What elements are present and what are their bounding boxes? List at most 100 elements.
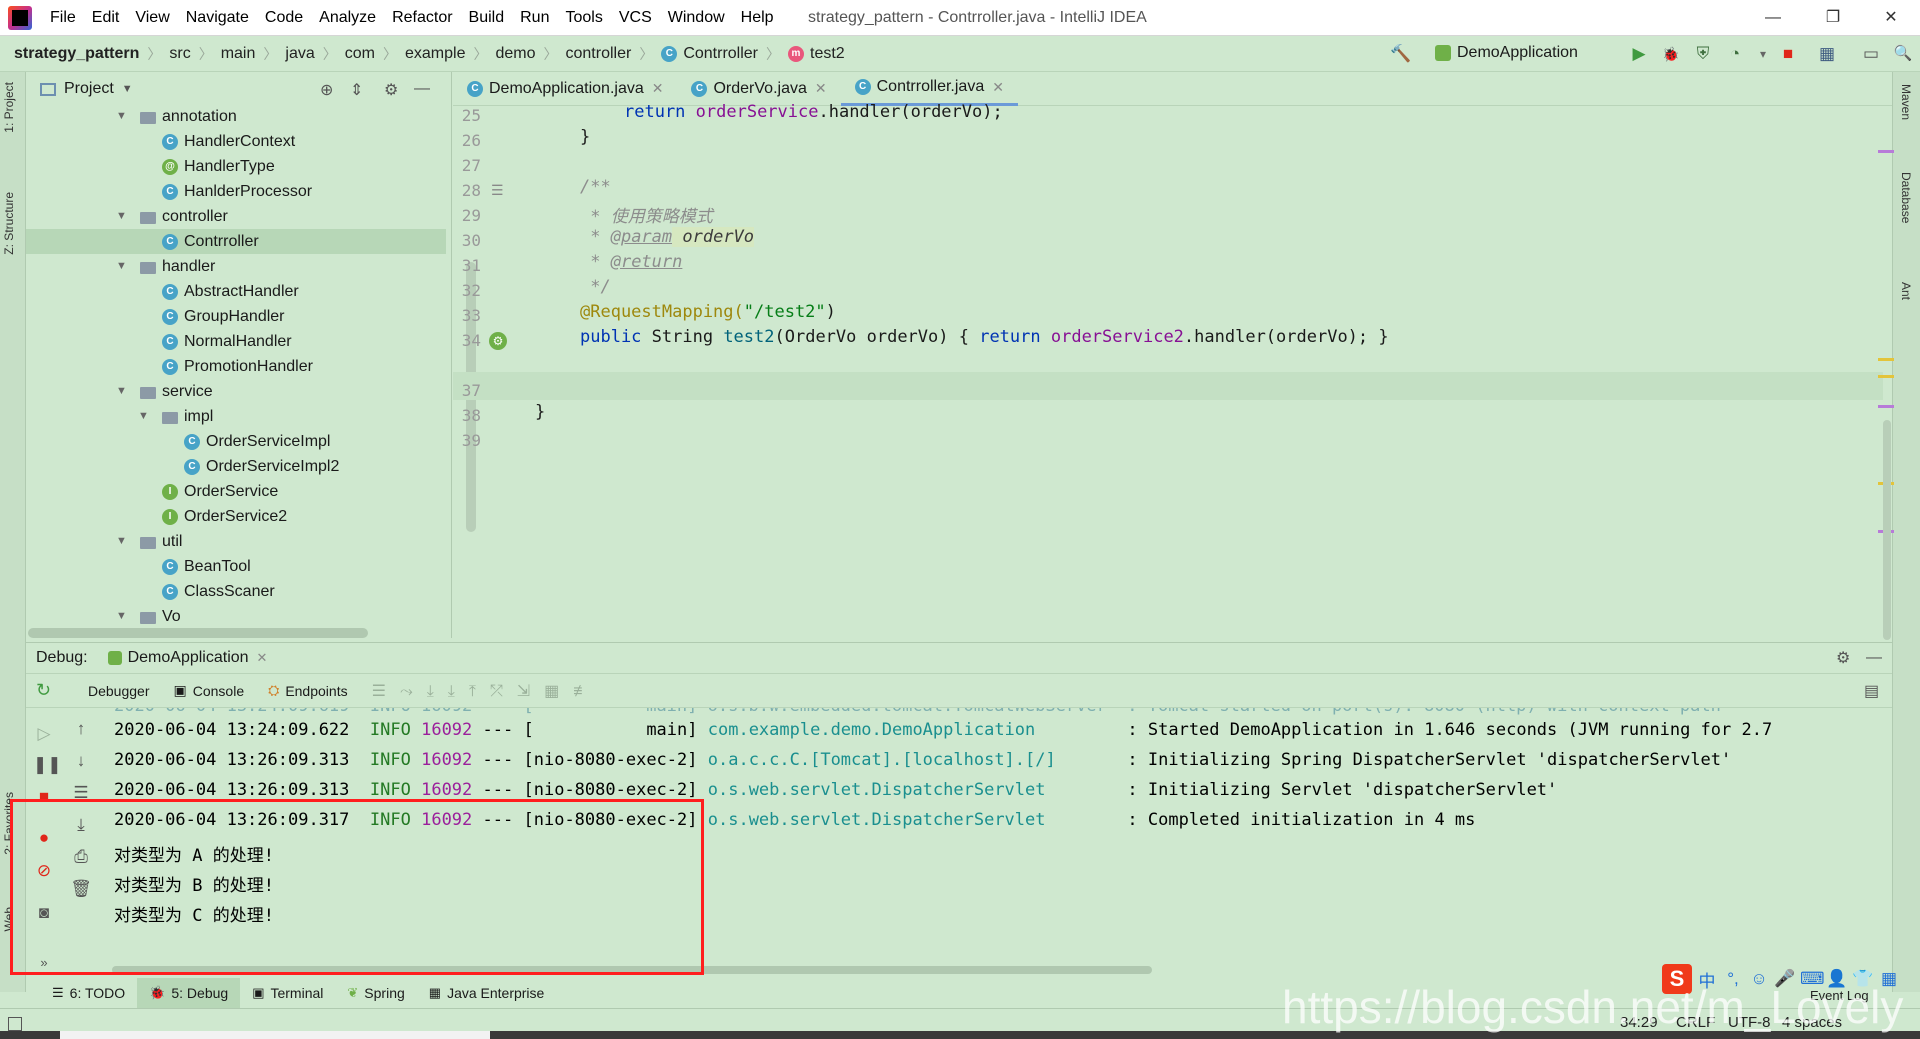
tab-console[interactable]: ▣ Console — [162, 674, 257, 708]
expand-toggle-icon[interactable]: ▼ — [138, 404, 152, 429]
menu-code[interactable]: Code — [257, 0, 311, 36]
tree-item[interactable]: I OrderService2 — [138, 504, 287, 529]
tree-item[interactable]: C HanlderProcessor — [138, 179, 312, 204]
project-tool-tab[interactable]: 1: Project — [2, 82, 16, 133]
minimize-button[interactable]: — — [1746, 0, 1800, 36]
ant-tool-tab[interactable]: Ant — [1899, 282, 1913, 300]
tree-item[interactable]: C GroupHandler — [138, 304, 285, 329]
close-icon[interactable]: ✕ — [257, 650, 268, 666]
restore-button[interactable]: ❐ — [1806, 0, 1860, 36]
tab-debugger[interactable]: Debugger — [76, 674, 162, 708]
status-toggle-icon[interactable] — [8, 1017, 22, 1031]
menu-build[interactable]: Build — [461, 0, 513, 36]
close-icon[interactable]: ✕ — [815, 80, 827, 97]
expand-toggle-icon[interactable]: ▼ — [116, 104, 130, 129]
tree-item[interactable]: C PromotionHandler — [138, 354, 313, 379]
tree-item[interactable]: C BeanTool — [138, 554, 251, 579]
menu-vcs[interactable]: VCS — [611, 0, 660, 36]
rerun-icon[interactable]: ↻ — [36, 680, 60, 701]
tree-folder[interactable]: ▼ Vo — [116, 604, 181, 629]
close-icon[interactable]: ✕ — [652, 80, 664, 97]
project-structure-icon[interactable]: ▦ — [1816, 44, 1838, 64]
structure-tool-tab[interactable]: Z: Structure — [2, 192, 16, 255]
breadcrumb-src[interactable]: src — [169, 45, 190, 63]
breadcrumb-main[interactable]: main — [221, 45, 256, 63]
debug-session-tab[interactable]: DemoApplication ✕ — [107, 649, 268, 667]
run-icon[interactable]: ▶ — [1628, 44, 1650, 64]
resume-icon[interactable]: ▷ — [33, 723, 55, 745]
expand-toggle-icon[interactable]: ▼ — [116, 379, 130, 404]
tab-todo[interactable]: ☰ 6: TODO — [40, 978, 137, 1008]
tree-folder[interactable]: ▼ annotation — [116, 104, 237, 129]
expand-toggle-icon[interactable]: ▼ — [116, 254, 130, 279]
menu-tools[interactable]: Tools — [557, 0, 610, 36]
arrow-up-icon[interactable]: ↑ — [70, 718, 92, 740]
tree-folder[interactable]: ▼ handler — [116, 254, 215, 279]
menu-window[interactable]: Window — [660, 0, 733, 36]
tree-item[interactable]: @ HandlerType — [138, 154, 275, 179]
chevron-down-icon[interactable]: ▾ — [1752, 44, 1774, 64]
menu-file[interactable]: File — [42, 0, 84, 36]
menu-edit[interactable]: Edit — [84, 0, 128, 36]
hide-icon[interactable]: — — [414, 80, 430, 98]
tree-item[interactable]: C NormalHandler — [138, 329, 292, 354]
expand-toggle-icon[interactable]: ▼ — [116, 604, 130, 629]
breadcrumb-com[interactable]: com — [345, 45, 375, 63]
menu-view[interactable]: View — [127, 0, 177, 36]
pause-icon[interactable]: ❚❚ — [33, 754, 62, 776]
gear-icon[interactable]: ⚙ — [384, 80, 398, 100]
tree-item[interactable]: C AbstractHandler — [138, 279, 299, 304]
breadcrumb-method[interactable]: m test2 — [788, 45, 845, 63]
error-stripe-marker[interactable] — [1878, 375, 1894, 378]
gear-icon[interactable]: ⚙ — [1836, 648, 1850, 668]
tree-item[interactable]: I OrderService — [138, 479, 278, 504]
run-configuration-selector[interactable]: DemoApplication — [1435, 44, 1578, 62]
tab-demoapplication[interactable]: C DemoApplication.java ✕ — [453, 72, 677, 106]
tree-item[interactable]: C HandlerContext — [138, 129, 295, 154]
profile-icon[interactable]: ◔ — [1724, 44, 1746, 64]
breadcrumb-example[interactable]: example — [405, 45, 465, 63]
tree-folder[interactable]: ▼ util — [116, 529, 182, 554]
tree-item[interactable]: C Contrroller — [26, 229, 446, 254]
coverage-icon[interactable]: ⛨ — [1692, 44, 1714, 64]
expand-toggle-icon[interactable]: ▼ — [116, 529, 130, 554]
endpoint-gutter-icon[interactable]: ⚙ — [489, 332, 507, 350]
arrow-down-icon[interactable]: ↓ — [70, 750, 92, 772]
error-stripe-marker[interactable] — [1878, 358, 1894, 361]
database-tool-tab[interactable]: Database — [1899, 172, 1913, 223]
hide-icon[interactable]: — — [1866, 649, 1882, 667]
expand-toggle-icon[interactable]: ▼ — [116, 204, 130, 229]
close-window-button[interactable]: ✕ — [1864, 0, 1918, 36]
error-stripe-marker[interactable] — [1878, 405, 1894, 408]
error-stripe-marker[interactable] — [1878, 150, 1894, 153]
chevron-down-icon[interactable]: ▼ — [122, 83, 133, 95]
breadcrumb-demo[interactable]: demo — [495, 45, 535, 63]
search-icon[interactable]: 🔍 — [1892, 44, 1914, 64]
debug-icon[interactable]: 🐞 — [1660, 44, 1682, 64]
breadcrumb-project[interactable]: strategy_pattern — [14, 45, 139, 63]
project-view-label[interactable]: Project — [64, 80, 114, 98]
tab-endpoints[interactable]: ⛭ Endpoints — [256, 674, 359, 708]
tree-folder[interactable]: ▼ service — [116, 379, 213, 404]
close-icon[interactable]: ✕ — [992, 79, 1004, 96]
breadcrumb-java[interactable]: java — [285, 45, 314, 63]
stop-icon[interactable]: ■ — [1777, 44, 1799, 64]
tree-item[interactable]: C ClassScaner — [138, 579, 275, 604]
menu-help[interactable]: Help — [733, 0, 782, 36]
editor-vertical-scrollbar[interactable] — [1883, 420, 1891, 640]
menu-navigate[interactable]: Navigate — [178, 0, 257, 36]
maven-tool-tab[interactable]: Maven — [1899, 84, 1913, 120]
tree-item[interactable]: C OrderServiceImpl — [160, 429, 330, 454]
tab-spring[interactable]: ❦ Spring — [335, 978, 416, 1008]
locate-icon[interactable]: ⊕ — [320, 80, 333, 100]
breadcrumb-class[interactable]: C Contrroller — [661, 45, 758, 63]
tree-folder[interactable]: ▼ controller — [116, 204, 228, 229]
tab-terminal[interactable]: ▣ Terminal — [240, 978, 335, 1008]
menu-refactor[interactable]: Refactor — [384, 0, 460, 36]
terminal-window-icon[interactable]: ▭ — [1860, 44, 1882, 64]
tab-contrroller[interactable]: C Contrroller.java ✕ — [840, 72, 1018, 106]
tree-item[interactable]: C OrderServiceImpl2 — [160, 454, 339, 479]
tab-ordervo[interactable]: C OrderVo.java ✕ — [677, 72, 840, 106]
layout-icon[interactable]: ▤ — [1864, 681, 1879, 701]
menu-analyze[interactable]: Analyze — [311, 0, 384, 36]
